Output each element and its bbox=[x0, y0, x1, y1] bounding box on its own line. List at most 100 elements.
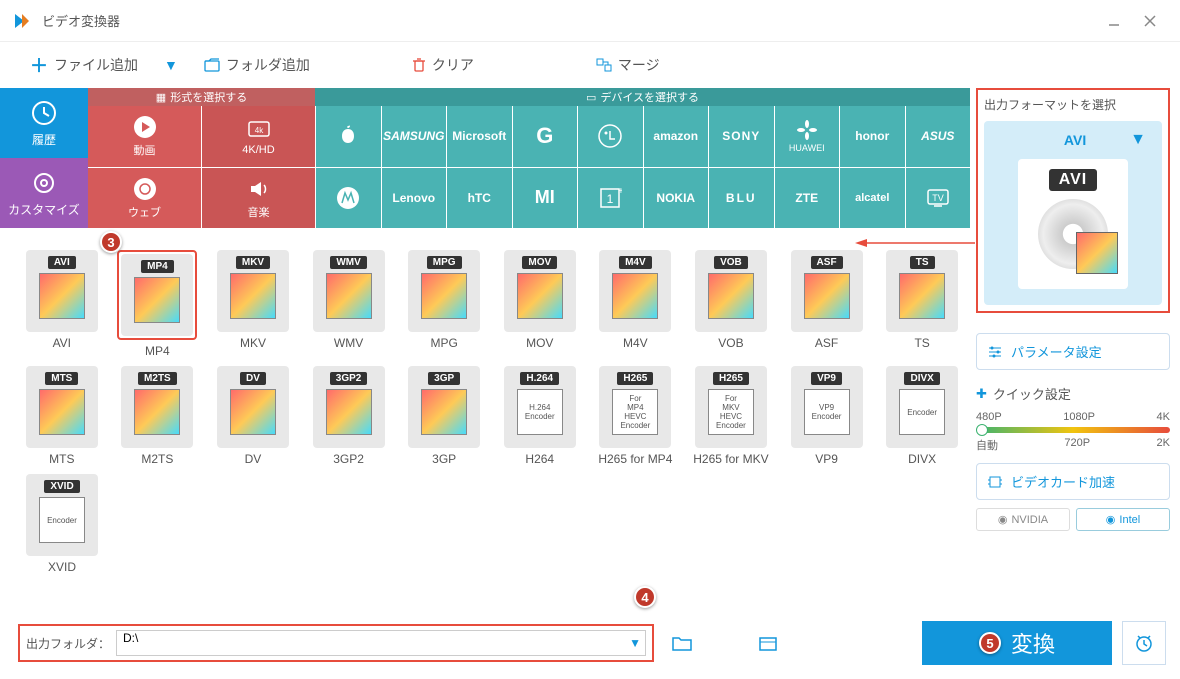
format-thumb: DV bbox=[217, 366, 289, 448]
category-4khd[interactable]: 4k 4K/HD bbox=[202, 106, 315, 167]
format-item-vob[interactable]: VOBVOB bbox=[687, 250, 775, 358]
add-file-button[interactable]: ＋ ファイル追加 bbox=[20, 46, 148, 84]
format-item-mp4[interactable]: MP4MP4 bbox=[114, 250, 202, 358]
format-item-h264[interactable]: H.264H.264EncoderH264 bbox=[496, 366, 584, 466]
output-folder-input[interactable]: D:\ ▼ bbox=[116, 630, 646, 656]
format-media-icon bbox=[39, 273, 85, 319]
category-web[interactable]: ウェブ bbox=[88, 168, 201, 229]
format-thumb: AVI bbox=[26, 250, 98, 332]
res-720p: 720P bbox=[1064, 437, 1090, 453]
speaker-icon bbox=[246, 176, 272, 202]
brand-huawei[interactable]: HUAWEI bbox=[775, 106, 840, 167]
category-audio[interactable]: 音楽 bbox=[202, 168, 315, 229]
format-item-dv[interactable]: DVDV bbox=[209, 366, 297, 466]
format-item-avi[interactable]: AVIAVI bbox=[18, 250, 106, 358]
gpu-intel[interactable]: ◉Intel bbox=[1076, 508, 1170, 531]
sidebar-customize[interactable]: カスタマイズ bbox=[0, 158, 88, 228]
brand-microsoft[interactable]: Microsoft bbox=[447, 106, 512, 167]
format-item-vp9[interactable]: VP9VP9EncoderVP9 bbox=[783, 366, 871, 466]
category-video[interactable]: 動画 bbox=[88, 106, 201, 167]
explorer-button[interactable] bbox=[750, 625, 786, 661]
brand-google[interactable]: G bbox=[513, 106, 578, 167]
sliders-icon bbox=[987, 345, 1003, 359]
category-audio-label: 音楽 bbox=[248, 204, 270, 220]
output-format-title: 出力フォーマットを選択 bbox=[984, 96, 1162, 113]
brand-lg[interactable] bbox=[578, 106, 643, 167]
params-button[interactable]: パラメータ設定 bbox=[976, 333, 1170, 370]
format-media-icon bbox=[708, 273, 754, 319]
format-item-h265-for-mp4[interactable]: H265ForMP4HEVCEncoderH265 for MP4 bbox=[592, 366, 680, 466]
device-icon: ▭ bbox=[586, 91, 596, 104]
add-folder-label: フォルダ追加 bbox=[226, 55, 310, 75]
format-label: MP4 bbox=[145, 344, 170, 358]
clear-button[interactable]: クリア bbox=[402, 49, 484, 81]
format-label: ASF bbox=[815, 336, 838, 350]
format-item-mts[interactable]: MTSMTS bbox=[18, 366, 106, 466]
format-item-m4v[interactable]: M4VM4V bbox=[592, 250, 680, 358]
gpu-accel-button[interactable]: ビデオカード加速 bbox=[976, 463, 1170, 500]
brand-sony[interactable]: SONY bbox=[709, 106, 774, 167]
params-label: パラメータ設定 bbox=[1011, 342, 1102, 361]
brand-htc[interactable]: hTC bbox=[447, 168, 512, 229]
format-thumb: H265ForMKVHEVCEncoder bbox=[695, 366, 767, 448]
chevron-down-icon: ▼ bbox=[1130, 131, 1146, 149]
brand-honor[interactable]: honor bbox=[840, 106, 905, 167]
format-item-xvid[interactable]: XVIDEncoderXVID bbox=[18, 474, 106, 574]
brand-tv[interactable]: TV bbox=[906, 168, 971, 229]
tab-device[interactable]: ▭ デバイスを選択する bbox=[315, 88, 970, 106]
brand-amazon[interactable]: amazon bbox=[644, 106, 709, 167]
brand-zte[interactable]: ZTE bbox=[775, 168, 840, 229]
format-item-h265-for-mkv[interactable]: H265ForMKVHEVCEncoderH265 for MKV bbox=[687, 366, 775, 466]
format-media-icon bbox=[230, 389, 276, 435]
output-format-badge: AVI bbox=[1049, 169, 1097, 191]
brand-nokia[interactable]: NOKIA bbox=[644, 168, 709, 229]
open-folder-button[interactable] bbox=[664, 625, 700, 661]
slider-thumb[interactable] bbox=[976, 424, 988, 436]
tab-format[interactable]: ▦ 形式を選択する bbox=[88, 88, 315, 106]
format-thumb: VOB bbox=[695, 250, 767, 332]
brand-mi[interactable]: MI bbox=[513, 168, 578, 229]
output-format-preview[interactable]: AVI ▼ AVI bbox=[984, 121, 1162, 305]
brand-apple[interactable] bbox=[316, 106, 381, 167]
format-item-mpg[interactable]: MPGMPG bbox=[400, 250, 488, 358]
format-item-divx[interactable]: DIVXEncoderDIVX bbox=[878, 366, 966, 466]
output-folder-dropdown-icon[interactable]: ▼ bbox=[629, 636, 641, 650]
add-file-dropdown[interactable]: ▼ bbox=[154, 51, 188, 79]
format-item-m2ts[interactable]: M2TSM2TS bbox=[114, 366, 202, 466]
format-badge: M2TS bbox=[138, 372, 177, 385]
format-item-3gp2[interactable]: 3GP23GP2 bbox=[305, 366, 393, 466]
alarm-button[interactable] bbox=[1122, 621, 1166, 665]
format-item-asf[interactable]: ASFASF bbox=[783, 250, 871, 358]
disc-icon bbox=[1038, 199, 1108, 269]
format-item-wmv[interactable]: WMVWMV bbox=[305, 250, 393, 358]
format-label: VP9 bbox=[815, 452, 838, 466]
intel-label: Intel bbox=[1119, 514, 1140, 526]
brand-alcatel[interactable]: alcatel bbox=[840, 168, 905, 229]
merge-button[interactable]: マージ bbox=[586, 49, 670, 81]
minimize-button[interactable] bbox=[1096, 3, 1132, 39]
format-item-mov[interactable]: MOVMOV bbox=[496, 250, 584, 358]
close-button[interactable] bbox=[1132, 3, 1168, 39]
category-video-label: 動画 bbox=[134, 142, 156, 158]
format-item-mkv[interactable]: MKVMKV bbox=[209, 250, 297, 358]
resolution-slider[interactable] bbox=[976, 427, 1170, 433]
brand-blu[interactable]: BLU bbox=[709, 168, 774, 229]
convert-button[interactable]: 5 変換 bbox=[922, 621, 1112, 665]
format-media-icon bbox=[134, 389, 180, 435]
brand-oneplus[interactable]: 1+ bbox=[578, 168, 643, 229]
brand-lenovo[interactable]: Lenovo bbox=[382, 168, 447, 229]
format-badge: WMV bbox=[330, 256, 366, 269]
quick-settings-title: ✚ クイック設定 bbox=[976, 384, 1170, 403]
sidebar-history-label: 履歴 bbox=[32, 131, 56, 148]
sidebar-history[interactable]: 履歴 bbox=[0, 88, 88, 158]
add-folder-button[interactable]: フォルダ追加 bbox=[194, 49, 320, 81]
brand-samsung[interactable]: SAMSUNG bbox=[382, 106, 447, 167]
nvidia-label: NVIDIA bbox=[1011, 514, 1048, 526]
brand-asus[interactable]: ASUS bbox=[906, 106, 971, 167]
format-badge: MKV bbox=[236, 256, 270, 269]
brand-motorola[interactable] bbox=[316, 168, 381, 229]
format-encoder-icon: ForMP4HEVCEncoder bbox=[612, 389, 658, 435]
format-item-3gp[interactable]: 3GP3GP bbox=[400, 366, 488, 466]
format-item-ts[interactable]: TSTS bbox=[878, 250, 966, 358]
gpu-nvidia[interactable]: ◉NVIDIA bbox=[976, 508, 1070, 531]
